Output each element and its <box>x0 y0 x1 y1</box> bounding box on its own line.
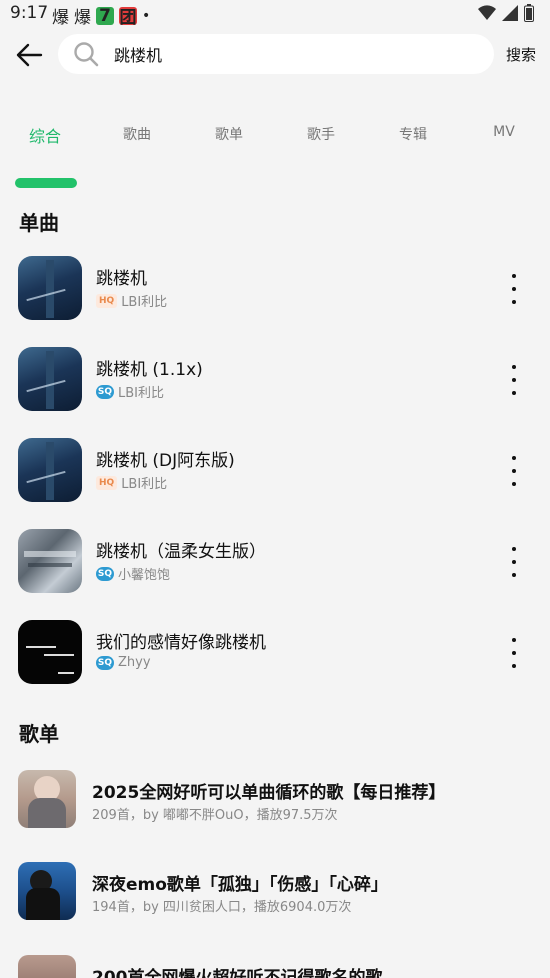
signal-icon <box>502 5 518 21</box>
tab-mv[interactable]: MV <box>493 124 515 140</box>
song-meta: SQ Zhyy <box>96 655 151 670</box>
song-title: 跳楼机 (1.1x) <box>96 360 203 380</box>
playlist-row[interactable]: 深夜emo歌单「孤独」「伤感」「心碎」 194首，by 四川贫困人口，播放690… <box>0 862 550 922</box>
tab-songs[interactable]: 歌曲 <box>123 124 151 144</box>
song-meta: SQ 小馨饱饱 <box>96 564 170 583</box>
song-artist: LBI利比 <box>121 295 168 310</box>
more-options-button[interactable] <box>506 456 522 486</box>
playlist-cover <box>18 770 76 828</box>
notification-dot: • <box>142 7 151 24</box>
playlist-cover <box>18 862 76 920</box>
song-row[interactable]: 跳楼机（温柔女生版） SQ 小馨饱饱 <box>0 529 550 595</box>
tab-artists[interactable]: 歌手 <box>307 124 335 144</box>
app-notification-icon: 团 <box>119 6 137 28</box>
song-row[interactable]: 我们的感情好像跳楼机 SQ Zhyy <box>0 620 550 686</box>
tab-albums[interactable]: 专辑 <box>399 124 427 144</box>
system-status-icons <box>478 4 534 22</box>
song-artist: LBI利比 <box>118 386 164 401</box>
song-meta: SQ LBI利比 <box>96 382 164 401</box>
song-meta: HQ LBI利比 <box>96 473 167 492</box>
section-title-singles: 单曲 <box>19 211 59 235</box>
quality-badge: SQ <box>96 655 114 670</box>
search-query[interactable]: 跳楼机 <box>114 42 162 66</box>
playlist-title: 2025全网好听可以单曲循环的歌【每日推荐】 <box>92 783 446 803</box>
song-row[interactable]: 跳楼机 (DJ阿东版) HQ LBI利比 <box>0 438 550 504</box>
more-options-button[interactable] <box>506 638 522 668</box>
song-cover <box>18 620 82 684</box>
status-time: 9:17 <box>10 3 49 23</box>
search-header: 跳楼机 搜索 <box>0 30 550 80</box>
notification-icon: 爆 <box>52 8 69 28</box>
more-options-button[interactable] <box>506 365 522 395</box>
song-title: 跳楼机 (DJ阿东版) <box>96 451 235 471</box>
song-meta: HQ LBI利比 <box>96 291 167 310</box>
song-row[interactable]: 跳楼机 (1.1x) SQ LBI利比 <box>0 347 550 413</box>
playlist-row[interactable]: 200首全网爆火超好听不记得歌名的歌 <box>0 955 550 978</box>
song-cover <box>18 438 82 502</box>
song-cover <box>18 347 82 411</box>
playlist-title: 200首全网爆火超好听不记得歌名的歌 <box>92 968 383 978</box>
notification-icons: 爆 爆 7 团 • <box>52 3 151 29</box>
back-button[interactable] <box>12 38 46 72</box>
song-artist: 小馨饱饱 <box>118 568 171 583</box>
playlist-title: 深夜emo歌单「孤独」「伤感」「心碎」 <box>92 875 388 895</box>
wifi-icon <box>478 5 496 21</box>
search-input[interactable]: 跳楼机 <box>58 34 494 74</box>
playlist-row[interactable]: 2025全网好听可以单曲循环的歌【每日推荐】 209首，by 嘟嘟不胖OuO，播… <box>0 770 550 830</box>
song-title: 跳楼机（温柔女生版） <box>96 542 266 562</box>
song-row[interactable]: 跳楼机 HQ LBI利比 <box>0 256 550 322</box>
app-notification-icon: 7 <box>96 6 114 26</box>
tab-playlists[interactable]: 歌单 <box>215 124 243 144</box>
song-artist: LBI利比 <box>121 477 168 492</box>
more-options-button[interactable] <box>506 274 522 304</box>
search-button[interactable]: 搜索 <box>506 44 536 65</box>
song-artist: Zhyy <box>118 655 151 670</box>
song-title: 我们的感情好像跳楼机 <box>96 633 266 653</box>
more-options-button[interactable] <box>506 547 522 577</box>
result-tabs: 综合 歌曲 歌单 歌手 专辑 MV <box>0 120 550 150</box>
status-bar: 9:17 爆 爆 7 团 • <box>0 0 550 28</box>
battery-icon <box>524 4 534 22</box>
song-title: 跳楼机 <box>96 269 147 289</box>
song-cover <box>18 256 82 320</box>
tab-all[interactable]: 综合 <box>29 123 61 147</box>
playlist-meta: 194首，by 四川贫困人口，播放6904.0万次 <box>92 900 352 915</box>
quality-badge: SQ <box>96 566 114 581</box>
section-title-playlists: 歌单 <box>19 722 59 746</box>
quality-badge: SQ <box>96 384 114 399</box>
search-icon <box>72 40 100 68</box>
song-cover <box>18 529 82 593</box>
active-tab-indicator <box>15 178 77 188</box>
playlist-cover <box>18 955 76 978</box>
playlist-meta: 209首，by 嘟嘟不胖OuO，播放97.5万次 <box>92 808 338 823</box>
notification-icon: 爆 <box>74 8 91 28</box>
quality-badge: HQ <box>96 475 118 490</box>
arrow-left-icon <box>16 43 43 67</box>
quality-badge: HQ <box>96 293 118 308</box>
